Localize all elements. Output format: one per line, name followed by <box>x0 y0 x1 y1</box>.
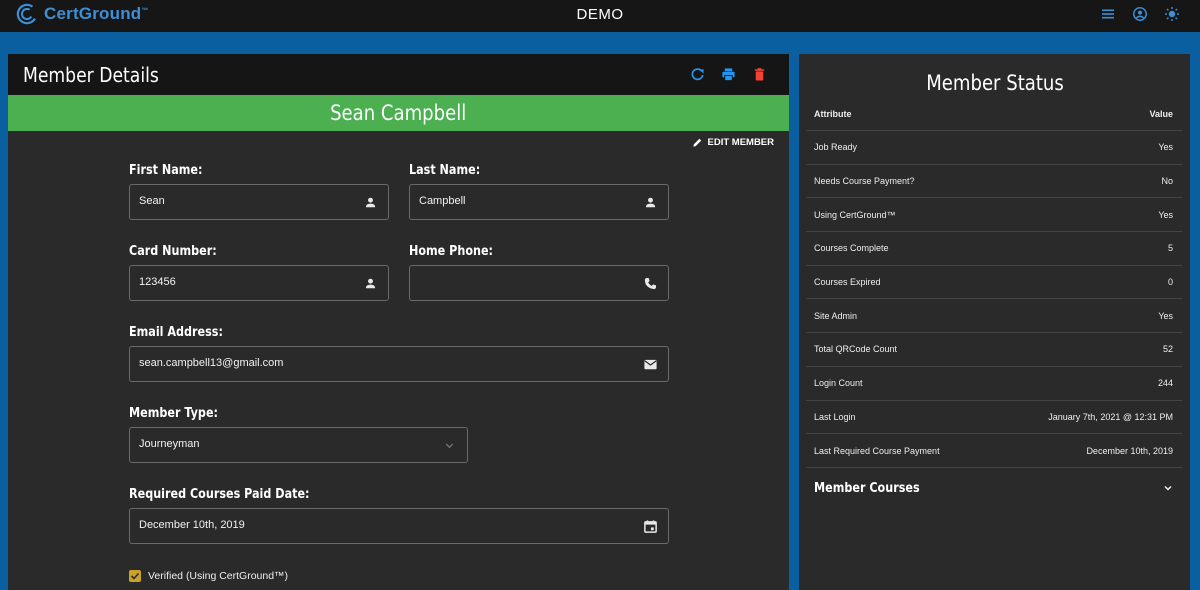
member-type-label: Member Type: <box>129 406 218 421</box>
first-name-label: First Name: <box>129 163 203 178</box>
member-courses-expander[interactable]: Member Courses <box>806 469 1182 507</box>
member-details-header: Member Details <box>8 54 789 95</box>
table-row: Last Login January 7th, 2021 @ 12:31 PM <box>806 401 1182 435</box>
first-name-field[interactable]: Sean <box>129 184 389 220</box>
edit-member-button[interactable]: EDIT MEMBER <box>692 137 775 148</box>
member-details-panel: Member Details Sean Campbell EDIT MEMBER… <box>8 54 789 590</box>
member-type-select[interactable]: Journeyman <box>129 427 468 463</box>
table-row: Courses Complete 5 <box>806 232 1182 266</box>
last-name-field[interactable]: Campbell <box>409 184 669 220</box>
card-number-value: 123456 <box>139 276 176 288</box>
chevron-down-icon <box>445 443 454 449</box>
certground-logo-icon <box>16 3 38 25</box>
member-name: Sean Campbell <box>330 101 467 125</box>
verified-checkbox[interactable] <box>129 570 141 582</box>
paid-date-label: Required Courses Paid Date: <box>129 487 310 502</box>
table-row: Last Required Course Payment December 10t… <box>806 434 1182 468</box>
brand-logo[interactable]: CertGround™ <box>16 3 149 25</box>
brightness-icon[interactable] <box>1164 6 1180 22</box>
attribute-cell: Total QRCode Count <box>814 344 898 355</box>
email-label: Email Address: <box>129 325 223 340</box>
member-type-value: Journeyman <box>139 438 200 450</box>
value-cell: No <box>1161 176 1173 187</box>
email-field[interactable]: sean.campbell13@gmail.com <box>129 346 669 382</box>
attribute-cell: Job Ready <box>814 142 858 153</box>
first-name-value: Sean <box>139 195 165 207</box>
attribute-cell: Courses Complete <box>814 243 889 254</box>
value-cell: 5 <box>1167 243 1173 254</box>
value-cell: Yes <box>1158 209 1173 220</box>
home-phone-label: Home Phone: <box>409 244 494 259</box>
value-cell: Yes <box>1158 310 1173 321</box>
top-app-bar: CertGround™ DEMO <box>0 0 1200 32</box>
last-name-value: Campbell <box>419 195 466 207</box>
table-header-row: Attribute Value <box>806 97 1182 131</box>
calendar-icon[interactable] <box>643 519 658 534</box>
menu-icon[interactable] <box>1100 6 1116 22</box>
value-cell: December 10th, 2019 <box>1086 445 1173 456</box>
attribute-cell: Courses Expired <box>814 277 881 288</box>
table-row: Job Ready Yes <box>806 131 1182 165</box>
value-cell: Yes <box>1158 142 1173 153</box>
table-row: Site Admin Yes <box>806 299 1182 334</box>
email-value: sean.campbell13@gmail.com <box>139 357 284 369</box>
value-cell: 244 <box>1157 378 1173 389</box>
member-status-panel: Member Status Attribute Value Job Ready Y… <box>799 54 1190 590</box>
print-icon[interactable] <box>721 67 736 82</box>
paid-date-field[interactable]: December 10th, 2019 <box>129 508 669 544</box>
value-cell: January 7th, 2021 @ 12:31 PM <box>1048 411 1173 422</box>
value-cell: 0 <box>1167 277 1173 288</box>
brand-name: CertGround™ <box>44 4 149 23</box>
refresh-icon[interactable] <box>690 67 705 82</box>
member-details-title: Member Details <box>23 63 159 87</box>
table-row: Total QRCode Count 52 <box>806 333 1182 367</box>
attribute-cell: Needs Course Payment? <box>814 176 915 187</box>
pencil-icon <box>692 138 701 147</box>
attribute-cell: Last Required Course Payment <box>814 445 940 456</box>
delete-icon[interactable] <box>752 67 767 82</box>
paid-date-value: December 10th, 2019 <box>139 519 245 531</box>
chevron-down-icon <box>1164 485 1172 491</box>
check-icon <box>130 572 140 580</box>
table-row: Courses Expired 0 <box>806 266 1182 300</box>
member-name-banner: Sean Campbell <box>8 95 789 131</box>
table-row: Login Count 244 <box>806 367 1182 401</box>
attribute-cell: Last Login <box>814 411 856 422</box>
table-row: Using CertGround™ Yes <box>806 198 1182 233</box>
person-icon <box>645 197 656 208</box>
last-name-label: Last Name: <box>409 163 481 178</box>
member-courses-label: Member Courses <box>814 480 920 496</box>
card-number-label: Card Number: <box>129 244 217 259</box>
value-cell: 52 <box>1162 344 1173 355</box>
mail-icon <box>644 359 657 370</box>
person-icon <box>365 278 376 289</box>
attribute-cell: Login Count <box>814 378 863 389</box>
attribute-column-header: Attribute <box>814 108 852 119</box>
verified-checkbox-row[interactable]: Verified (Using CertGround™) <box>129 570 288 582</box>
home-phone-field[interactable] <box>409 265 669 301</box>
attribute-cell: Site Admin <box>814 310 858 321</box>
phone-icon <box>644 277 657 290</box>
member-status-title: Member Status <box>925 71 1064 95</box>
value-column-header: Value <box>1149 108 1173 119</box>
person-icon <box>365 197 376 208</box>
verified-label: Verified (Using CertGround™) <box>148 570 289 582</box>
account-circle-icon[interactable] <box>1132 6 1148 22</box>
table-row: Needs Course Payment? No <box>806 165 1182 199</box>
attribute-cell: Using CertGround™ <box>814 209 896 220</box>
app-title: DEMO <box>576 6 624 23</box>
member-status-table: Attribute Value Job Ready Yes Needs Course… <box>806 97 1182 468</box>
edit-member-label: EDIT MEMBER <box>707 137 775 148</box>
card-number-field[interactable]: 123456 <box>129 265 389 301</box>
